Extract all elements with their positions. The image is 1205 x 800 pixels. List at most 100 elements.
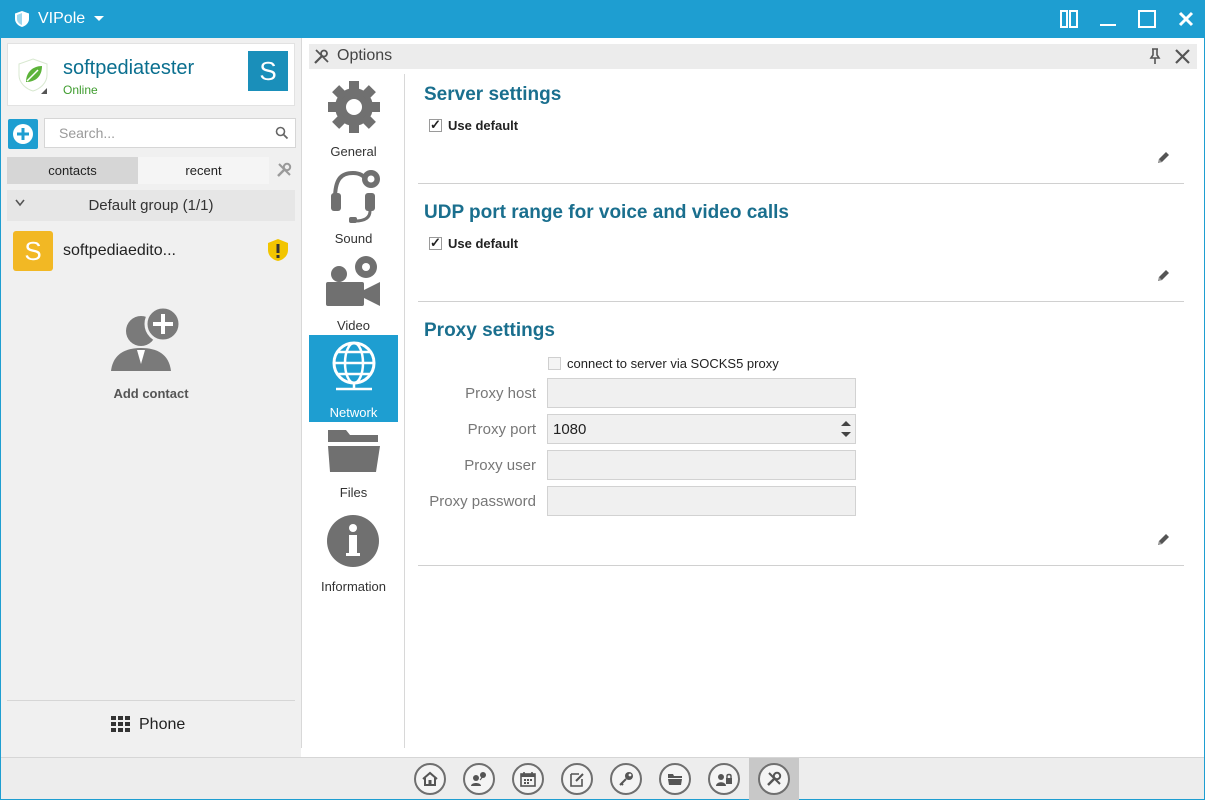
info-icon [327, 515, 379, 567]
tools-button[interactable] [758, 763, 790, 795]
udp-use-default-checkbox[interactable]: Use default [429, 235, 519, 251]
category-label: Network [329, 405, 378, 420]
add-contact-label: Add contact [113, 386, 189, 401]
proxy-user-label: Proxy user [464, 457, 536, 474]
category-general[interactable]: General [309, 74, 398, 161]
category-label: Sound [334, 231, 373, 246]
minimize-button[interactable] [1088, 0, 1128, 38]
category-files[interactable]: Files [309, 422, 398, 509]
search-icon [275, 126, 289, 140]
divider [418, 301, 1184, 302]
avatar[interactable]: S [248, 51, 288, 91]
udp-settings-title: UDP port range for voice and video calls [424, 202, 789, 223]
pin-icon[interactable] [1146, 47, 1164, 65]
divider [418, 565, 1184, 566]
divider [7, 700, 295, 701]
divider [301, 38, 302, 748]
secure-contacts-icon [716, 773, 732, 786]
proxy-settings-title: Proxy settings [424, 320, 555, 341]
close-icon[interactable] [1173, 47, 1192, 66]
add-button[interactable] [8, 119, 38, 149]
category-network[interactable]: Network [309, 335, 398, 422]
proxy-password-label: Proxy password [429, 493, 536, 510]
globe-icon [332, 341, 376, 391]
app-menu[interactable]: VIPole [14, 0, 105, 38]
options-header: Options [309, 44, 1197, 69]
maximize-icon [1138, 10, 1156, 28]
pencil-icon[interactable] [1156, 268, 1171, 283]
tab-contacts[interactable]: contacts [7, 157, 138, 184]
contacts-network-button[interactable] [463, 763, 495, 795]
search-input[interactable] [45, 119, 260, 147]
checkbox-label: connect to server via SOCKS5 proxy [567, 356, 779, 371]
proxy-password-field[interactable] [547, 486, 856, 516]
tab-recent[interactable]: recent [138, 157, 269, 184]
phone-button[interactable]: Phone [111, 716, 185, 734]
layout-toggle-button[interactable] [1049, 0, 1089, 38]
headset-icon [331, 170, 380, 223]
spin-up-icon[interactable] [841, 421, 851, 426]
server-settings-title: Server settings [424, 84, 562, 105]
profile-card: softpediatester Online S [7, 43, 295, 106]
checkbox-label: Use default [448, 118, 519, 133]
socks5-checkbox[interactable]: connect to server via SOCKS5 proxy [548, 356, 779, 371]
contacts-panel: softpediatester Online S contacts recent… [1, 38, 301, 757]
maximize-button[interactable] [1127, 0, 1167, 38]
proxy-port-stepper[interactable]: 1080 [547, 414, 856, 444]
status-menu-arrow[interactable] [41, 88, 47, 94]
tools-icon [767, 771, 782, 786]
checkbox-label: Use default [448, 236, 519, 251]
secure-contacts-button[interactable] [708, 763, 740, 795]
gear-icon [328, 81, 380, 133]
proxy-port-label: Proxy port [467, 421, 536, 438]
category-video[interactable]: Video [309, 248, 398, 335]
profile-status: Online [63, 83, 98, 97]
category-label: General [330, 144, 377, 159]
add-contact-button[interactable]: Add contact [101, 306, 201, 406]
proxy-host-field[interactable] [547, 378, 856, 408]
minimize-icon [1100, 24, 1116, 26]
search-box [44, 118, 296, 148]
contact-avatar: S [13, 231, 53, 271]
proxy-port-value: 1080 [553, 420, 587, 438]
key-icon [619, 772, 633, 786]
calendar-button[interactable] [512, 763, 544, 795]
files-button[interactable] [659, 763, 691, 795]
plus-circle-icon [13, 124, 33, 144]
vipole-leaf-logo-icon [18, 58, 48, 92]
checkbox[interactable] [429, 235, 442, 251]
checkbox[interactable] [429, 117, 442, 133]
checkbox[interactable] [548, 357, 561, 370]
folder-icon [328, 430, 380, 472]
spin-down-icon[interactable] [841, 432, 851, 437]
category-label: Files [339, 485, 368, 500]
key-button[interactable] [610, 763, 642, 795]
phone-label: Phone [139, 716, 186, 733]
chevron-down-icon [94, 16, 105, 21]
tools-icon[interactable] [275, 161, 293, 179]
list-item[interactable]: S softpediaedito... [7, 228, 295, 274]
contacts-network-icon [471, 772, 486, 786]
category-label: Information [320, 579, 387, 594]
calendar-icon [520, 772, 536, 787]
pencil-icon[interactable] [1156, 532, 1171, 547]
server-use-default-checkbox[interactable]: Use default [429, 117, 519, 133]
contact-group-header[interactable]: Default group (1/1) [7, 190, 295, 221]
close-window-button[interactable] [1166, 0, 1205, 38]
dialpad-icon [111, 716, 130, 732]
shield-logo-icon [15, 11, 29, 27]
notes-button[interactable] [561, 763, 593, 795]
proxy-user-field[interactable] [547, 450, 856, 480]
category-information[interactable]: Information [309, 509, 398, 596]
home-icon [422, 771, 438, 786]
pencil-icon[interactable] [1156, 150, 1171, 165]
add-contact-icon [111, 306, 182, 371]
bottom-toolbar [1, 757, 1204, 800]
notes-icon [570, 773, 584, 787]
app-title: VIPole [38, 10, 86, 27]
home-button[interactable] [414, 763, 446, 795]
category-sound[interactable]: Sound [309, 161, 398, 248]
warning-shield-icon [268, 239, 288, 261]
contact-tabs: contacts recent [7, 157, 269, 184]
folder-icon [668, 774, 682, 785]
